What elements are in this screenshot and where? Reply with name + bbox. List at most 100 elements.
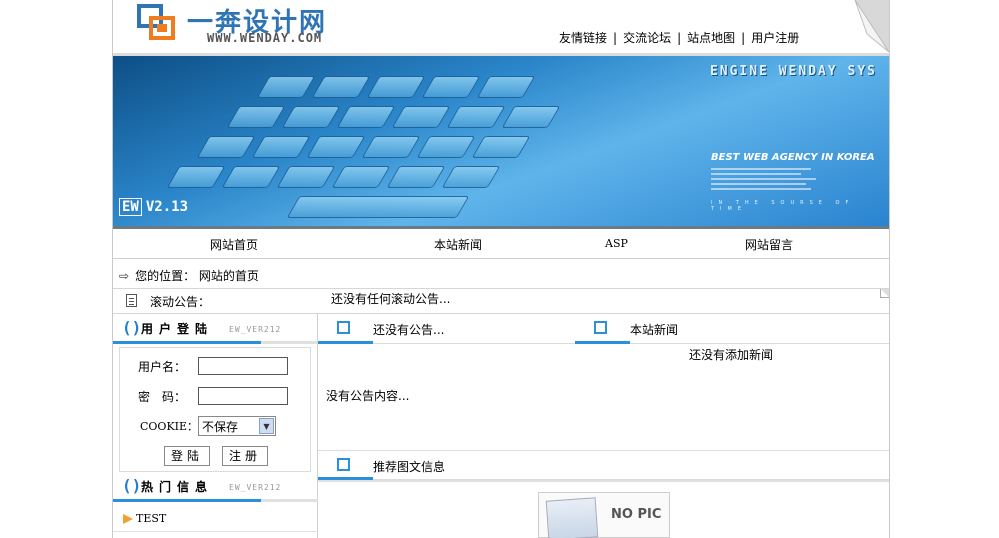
notepad-icon: [126, 294, 137, 307]
keyboard-key-graphic: [336, 106, 396, 128]
nav-item-home[interactable]: 网站首页: [210, 236, 258, 253]
corner-fold-icon: [880, 289, 889, 298]
login-form: 用户名： 密 码： COOKIE： 不保存 ▼ 登陆 注册: [119, 347, 311, 472]
cookie-label: COOKIE：: [140, 420, 199, 433]
keyboard-key-graphic: [331, 166, 391, 188]
banner-title: ENGINE WENDAY SYS: [709, 64, 877, 79]
breadcrumb-label: 您的位置：: [135, 269, 196, 283]
header-grey-bar: [261, 499, 318, 502]
link-register[interactable]: 用户注册: [751, 31, 799, 45]
header-grey-bar: [261, 341, 318, 344]
banner-fine-line: [711, 178, 816, 180]
nav-item-asp[interactable]: ASP: [605, 237, 628, 250]
keyboard-key-graphic: [446, 106, 506, 128]
logo-url: WWW.WENDAY.COM: [207, 31, 323, 45]
recommend-tab-label: 推荐图文信息: [373, 460, 446, 474]
register-button[interactable]: 注册: [222, 446, 268, 466]
keyboard-key-graphic: [501, 106, 561, 128]
login-box-header: () 用户登陆 EW_VER212: [113, 314, 318, 344]
password-label: 密 码：: [138, 390, 187, 404]
link-separator: |: [613, 31, 618, 45]
keyboard-key-graphic: [476, 76, 536, 98]
keyboard-key-graphic: [166, 166, 226, 188]
link-separator: |: [741, 31, 746, 45]
main-content: 还没有公告... 本站新闻 没有公告内容... 还没有添加新闻 推荐图文信息 N…: [318, 314, 889, 538]
window-icon: [337, 321, 350, 334]
list-divider: [113, 531, 318, 532]
banner-ver-badge: EW: [119, 198, 142, 216]
keyboard-key-graphic: [391, 106, 451, 128]
announcement-content: 没有公告内容...: [326, 389, 410, 403]
news-tab[interactable]: 本站新闻: [575, 314, 889, 344]
page-container: 一奔设计网 WWW.WENDAY.COM 友情链接 | 交流论坛 | 站点地图 | 用户注册: [112, 0, 890, 538]
login-button[interactable]: 登陆: [164, 446, 210, 466]
site-logo[interactable]: 一奔设计网 WWW.WENDAY.COM: [137, 2, 377, 46]
banner-course-text: IN THE SOURSE OF TIME: [711, 200, 855, 212]
hot-list-item[interactable]: TEST: [123, 512, 166, 525]
link-friends[interactable]: 友情链接: [559, 31, 607, 45]
keyboard-key-graphic: [251, 136, 311, 158]
keyboard-key-graphic: [441, 166, 501, 188]
cookie-select-value: 不保存: [202, 420, 239, 434]
news-tab-label: 本站新闻: [630, 323, 679, 337]
link-forum[interactable]: 交流论坛: [623, 31, 671, 45]
tab-accent-bar: [318, 341, 373, 344]
keyboard-key-graphic: [311, 76, 371, 98]
keyboard-key-graphic: [281, 106, 341, 128]
header-accent-bar: [113, 499, 261, 502]
no-pic-label: NO PIC: [611, 507, 662, 522]
chevron-down-icon: ▼: [259, 418, 274, 434]
keyboard-key-graphic: [226, 106, 286, 128]
keyboard-key-graphic: [361, 136, 421, 158]
breadcrumb: ⇨ 您的位置： 网站的首页: [119, 267, 259, 284]
top-links: 友情链接 | 交流论坛 | 站点地图 | 用户注册: [559, 29, 799, 46]
username-input[interactable]: [198, 357, 288, 375]
window-icon: [337, 458, 350, 471]
keyboard-key-graphic: [196, 136, 256, 158]
banner-agency-text: BEST WEB AGENCY IN KOREA: [711, 152, 875, 163]
notice-label: 滚动公告：: [150, 295, 211, 309]
login-ver-label: EW_VER212: [229, 325, 282, 334]
bracket-icon: (): [122, 318, 142, 337]
main-nav: 网站首页 本站新闻 ASP 网站留言: [113, 229, 889, 259]
breadcrumb-current[interactable]: 网站的首页: [199, 269, 259, 283]
keyboard-key-graphic: [276, 166, 336, 188]
announcement-tab-label: 还没有公告...: [373, 323, 445, 337]
keyboard-key-graphic: [471, 136, 531, 158]
nav-item-guestbook[interactable]: 网站留言: [745, 236, 793, 253]
hot-item-label: TEST: [136, 512, 167, 525]
scroll-notice-bar: 滚动公告： 还没有任何滚动公告...: [113, 288, 889, 314]
banner-fine-line: [711, 183, 806, 185]
bracket-icon: (): [122, 476, 142, 495]
site-header: 一奔设计网 WWW.WENDAY.COM 友情链接 | 交流论坛 | 站点地图 | 用户注册: [113, 0, 889, 54]
keyboard-key-graphic: [306, 136, 366, 158]
recommend-tab[interactable]: 推荐图文信息: [318, 450, 889, 480]
keyboard-key-graphic: [416, 136, 476, 158]
window-icon: [594, 321, 607, 334]
banner-fine-line: [711, 168, 811, 170]
announcement-tab[interactable]: 还没有公告...: [318, 314, 575, 344]
cookie-select[interactable]: 不保存 ▼: [198, 416, 276, 436]
keyboard-key-graphic: [421, 76, 481, 98]
keyboard-spacebar-graphic: [286, 196, 470, 218]
hot-ver-label: EW_VER212: [229, 483, 282, 492]
banner-fine-line: [711, 173, 801, 175]
link-sitemap[interactable]: 站点地图: [687, 31, 735, 45]
notice-text: 还没有任何滚动公告...: [331, 292, 451, 306]
banner-image: ENGINE WENDAY SYS BEST WEB AGENCY IN KOR…: [113, 56, 889, 226]
banner-version: EW V2.13: [119, 198, 188, 216]
document-image: [545, 497, 599, 538]
tab-accent-bar: [575, 341, 630, 344]
arrow-right-icon: ⇨: [119, 269, 130, 283]
keyboard-key-graphic: [366, 76, 426, 98]
nav-item-news[interactable]: 本站新闻: [434, 236, 482, 253]
no-pic-thumbnail[interactable]: NO PIC: [538, 492, 670, 538]
banner-fine-line: [711, 188, 811, 190]
hot-title: 热门信息: [141, 480, 214, 494]
password-input[interactable]: [198, 387, 288, 405]
arrow-bullet-icon: [123, 514, 133, 524]
keyboard-key-graphic: [256, 76, 316, 98]
keyboard-key-graphic: [386, 166, 446, 188]
banner-fine-print: [711, 168, 821, 193]
username-label: 用户名：: [138, 360, 187, 374]
